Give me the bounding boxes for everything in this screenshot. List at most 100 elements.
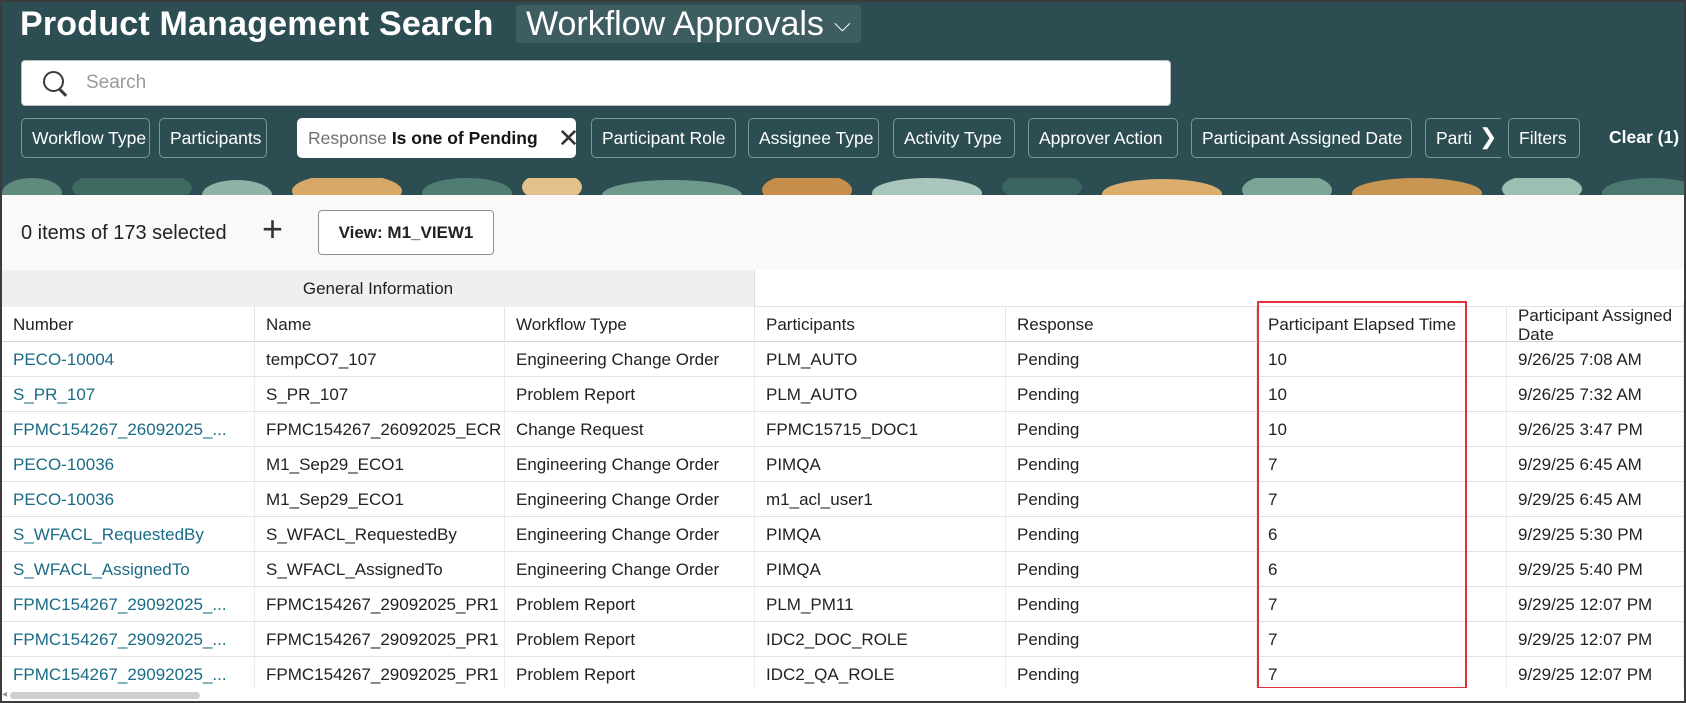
search-icon (40, 68, 70, 98)
table-row[interactable]: PECO-10036 M1_Sep29_ECO1 Engineering Chang… (2, 447, 1684, 482)
cell-text: Engineering Change Order (516, 559, 720, 579)
column-header-participant-assigned-date[interactable]: Participant Assigned Date (1507, 302, 1684, 344)
cell-number[interactable]: FPMC154267_29092025_... (2, 587, 255, 622)
cell-number[interactable]: S_WFACL_AssignedTo (2, 552, 255, 587)
cell-number[interactable]: FPMC154267_29092025_... (2, 657, 255, 692)
cell-number[interactable]: PECO-10036 (2, 482, 255, 517)
filters-button[interactable]: Filters (1508, 118, 1580, 158)
cell-number[interactable]: S_WFACL_RequestedBy (2, 517, 255, 552)
cell-text: Pending (1017, 489, 1080, 509)
cell-response: Pending (1006, 587, 1257, 622)
cell-number[interactable]: FPMC154267_29092025_... (2, 622, 255, 657)
cell-text: Pending (1017, 664, 1080, 684)
cell-text: FPMC15715_DOC1 (766, 419, 919, 439)
column-header-response[interactable]: Response (1006, 307, 1257, 342)
search-input[interactable] (86, 72, 1086, 94)
record-link[interactable]: S_PR_107 (13, 385, 95, 405)
record-link[interactable]: PECO-10004 (13, 350, 114, 370)
scrollbar-thumb[interactable] (10, 692, 200, 699)
cell-text: Problem Report (516, 664, 636, 684)
app-window: Product Management Search Workflow Appro… (0, 0, 1686, 703)
cell-number[interactable]: PECO-10004 (2, 342, 255, 377)
chip-workflow-type[interactable]: Workflow Type (21, 118, 150, 158)
record-link[interactable]: PECO-10036 (13, 490, 114, 510)
column-header-number[interactable]: Number (2, 307, 255, 342)
chip-participant-role[interactable]: Participant Role (591, 118, 736, 158)
page-header: Product Management Search Workflow Appro… (2, 2, 1684, 195)
cell-text: 7 (1268, 454, 1278, 474)
table-row[interactable]: PECO-10036 M1_Sep29_ECO1 Engineering Chang… (2, 482, 1684, 517)
cell-text: PLM_AUTO (766, 384, 858, 404)
cell-text: Pending (1017, 419, 1080, 439)
cell-number[interactable]: S_PR_107 (2, 377, 255, 412)
table-row[interactable]: FPMC154267_29092025_... FPMC154267_290920… (2, 622, 1684, 657)
record-link[interactable]: FPMC154267_29092025_... (13, 595, 227, 615)
chip-participants[interactable]: Participants (159, 118, 267, 158)
cell-response: Pending (1006, 657, 1257, 692)
cell-name: tempCO7_107 (255, 342, 505, 377)
cell-text: Pending (1017, 594, 1080, 614)
table-row[interactable]: S_WFACL_RequestedBy S_WFACL_RequestedBy En… (2, 517, 1684, 552)
table-row[interactable]: FPMC154267_29092025_... FPMC154267_290920… (2, 587, 1684, 622)
table-row[interactable]: FPMC154267_29092025_... FPMC154267_290920… (2, 657, 1684, 692)
chip-activity-type[interactable]: Activity Type (893, 118, 1015, 158)
cell-text: 9/29/25 5:40 PM (1518, 559, 1643, 579)
record-link[interactable]: FPMC154267_26092025_... (13, 420, 227, 440)
scroll-left-arrow-icon[interactable]: ◂ (2, 689, 7, 700)
view-button[interactable]: View: M1_VIEW1 (318, 210, 494, 255)
table-row[interactable]: PECO-10004 tempCO7_107 Engineering Change … (2, 342, 1684, 377)
chip-assignee-type[interactable]: Assignee Type (748, 118, 879, 158)
cell-response: Pending (1006, 342, 1257, 377)
cell-text: S_WFACL_RequestedBy (266, 524, 457, 544)
record-link[interactable]: PECO-10036 (13, 455, 114, 475)
cell-number[interactable]: PECO-10036 (2, 447, 255, 482)
chip-label: Workflow Type (32, 127, 147, 148)
search-box[interactable] (21, 60, 1171, 106)
horizontal-scrollbar[interactable]: ◂ (2, 688, 1684, 701)
cell-response: Pending (1006, 377, 1257, 412)
column-header-participants[interactable]: Participants (755, 307, 1006, 342)
close-icon[interactable]: ✕ (558, 125, 580, 151)
scope-label: Workflow Approvals (526, 4, 824, 43)
cell-text: 10 (1268, 384, 1287, 404)
cell-participants: FPMC15715_DOC1 (755, 412, 1006, 447)
cell-elapsed-time: 6 (1257, 517, 1507, 552)
column-header-participant-elapsed-time[interactable]: Participant Elapsed Time (1257, 307, 1507, 342)
record-link[interactable]: S_WFACL_RequestedBy (13, 525, 204, 545)
chip-label: Participant Role (602, 127, 726, 148)
cell-workflow-type: Problem Report (505, 587, 755, 622)
cell-name: FPMC154267_29092025_PR1 (255, 622, 505, 657)
chip-active-label: Response (308, 127, 387, 148)
table-row[interactable]: S_WFACL_AssignedTo S_WFACL_AssignedTo Engi… (2, 552, 1684, 587)
chevron-right-icon[interactable]: ❯ (1479, 124, 1497, 150)
chip-approver-action[interactable]: Approver Action (1028, 118, 1178, 158)
scope-selector[interactable]: Workflow Approvals ⌵ (516, 5, 861, 43)
record-link[interactable]: S_WFACL_AssignedTo (13, 560, 190, 580)
clear-filters-link[interactable]: Clear (1) (1609, 127, 1679, 148)
cell-text: PLM_AUTO (766, 349, 858, 369)
cell-response: Pending (1006, 552, 1257, 587)
chip-participant-assigned-date[interactable]: Participant Assigned Date (1191, 118, 1412, 158)
column-header-workflow-type[interactable]: Workflow Type (505, 307, 755, 342)
cell-name: FPMC154267_29092025_PR1 (255, 587, 505, 622)
column-header-name[interactable]: Name (255, 307, 505, 342)
cell-text: 9/26/25 7:08 AM (1518, 349, 1642, 369)
cell-number[interactable]: FPMC154267_26092025_... (2, 412, 255, 447)
cell-name: S_WFACL_AssignedTo (255, 552, 505, 587)
table-row[interactable]: S_PR_107 S_PR_107 Problem Report PLM_AUTO Pe… (2, 377, 1684, 412)
column-group-row: General Information (2, 270, 1684, 307)
cell-text: 9/29/25 6:45 AM (1518, 454, 1642, 474)
record-link[interactable]: FPMC154267_29092025_... (13, 665, 227, 685)
cell-workflow-type: Engineering Change Order (505, 342, 755, 377)
filters-button-label: Filters (1519, 127, 1567, 148)
add-icon[interactable]: + (262, 211, 283, 247)
cell-workflow-type: Problem Report (505, 657, 755, 692)
cell-text: PIMQA (766, 524, 821, 544)
cell-workflow-type: Problem Report (505, 377, 755, 412)
cell-assigned-date: 9/26/25 7:32 AM (1507, 377, 1684, 412)
record-link[interactable]: FPMC154267_29092025_... (13, 630, 227, 650)
table-row[interactable]: FPMC154267_26092025_... FPMC154267_260920… (2, 412, 1684, 447)
cell-text: 7 (1268, 489, 1278, 509)
chip-response-active[interactable]: Response Is one of Pending ✕ (297, 118, 579, 158)
cell-text: 7 (1268, 594, 1278, 614)
